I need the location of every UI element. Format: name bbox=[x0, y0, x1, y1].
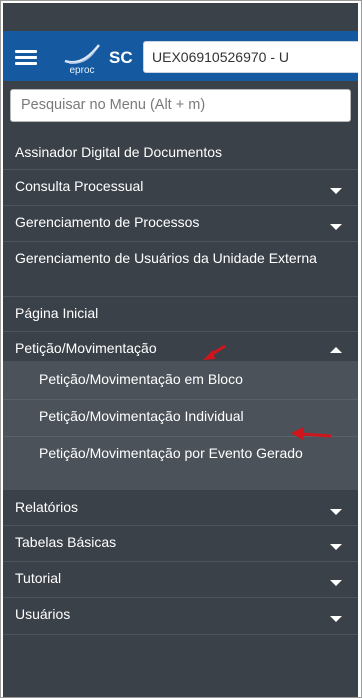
annotation-arrow-icon bbox=[203, 344, 226, 360]
menu-item-usuarios[interactable]: Usuários bbox=[3, 598, 358, 634]
eproc-logo: eproc bbox=[55, 37, 109, 77]
screenshot-frame: eproc SC UEX06910526970 - U Pesquisar no… bbox=[0, 0, 362, 698]
menu-item-relatorios[interactable]: Relatórios bbox=[3, 491, 358, 525]
annotation-arrow-icon bbox=[291, 427, 332, 440]
chevron-down-icon bbox=[330, 188, 342, 194]
hamburger-menu-icon[interactable] bbox=[15, 50, 37, 66]
menu-item-assinador[interactable]: Assinador Digital de Documentos bbox=[3, 136, 358, 169]
chevron-down-icon bbox=[330, 580, 342, 586]
submenu-item-label: Petição/Movimentação por Evento Gerado bbox=[39, 445, 303, 461]
menu-item-label: Petição/Movimentação bbox=[15, 340, 157, 356]
menu-item-tutorial[interactable]: Tutorial bbox=[3, 562, 358, 597]
chevron-down-icon bbox=[330, 544, 342, 550]
menu-item-peticao[interactable]: Petição/Movimentação bbox=[3, 332, 358, 361]
menu-item-label: Assinador Digital de Documentos bbox=[15, 144, 222, 160]
sidebar-menu: eproc SC UEX06910526970 - U Pesquisar no… bbox=[3, 3, 358, 697]
eproc-swoosh-icon bbox=[64, 44, 100, 64]
menu-item-label: Gerenciamento de Usuários da Unidade Ext… bbox=[15, 250, 317, 266]
chevron-down-icon bbox=[330, 509, 342, 515]
menu-item-label: Usuários bbox=[15, 606, 71, 622]
chevron-down-icon bbox=[330, 616, 342, 622]
menu-item-consulta[interactable]: Consulta Processual bbox=[3, 170, 358, 205]
logo-text: eproc bbox=[69, 65, 95, 76]
menu-item-label: Relatórios bbox=[15, 499, 79, 515]
menu-item-gerenciamento-processos[interactable]: Gerenciamento de Processos bbox=[3, 206, 358, 241]
menu-search-input[interactable]: Pesquisar no Menu (Alt + m) bbox=[10, 89, 351, 122]
menu-item-label: Consulta Processual bbox=[15, 178, 144, 194]
submenu-item-label: Petição/Movimentação Individual bbox=[39, 408, 244, 424]
menu-item-label: Tabelas Básicas bbox=[15, 534, 117, 550]
menu-item-label: Gerenciamento de Processos bbox=[15, 214, 200, 230]
menu-item-gerenciamento-usuarios[interactable]: Gerenciamento de Usuários da Unidade Ext… bbox=[3, 242, 358, 296]
divider bbox=[3, 634, 358, 635]
submenu-item-evento[interactable]: Petição/Movimentação por Evento Gerado bbox=[3, 437, 358, 489]
submenu-item-bloco[interactable]: Petição/Movimentação em Bloco bbox=[3, 363, 358, 399]
menu-item-label: Tutorial bbox=[15, 570, 62, 586]
menu-item-tabelas[interactable]: Tabelas Básicas bbox=[3, 526, 358, 561]
chevron-up-icon bbox=[330, 347, 342, 353]
app-header: eproc SC UEX06910526970 - U bbox=[3, 31, 358, 81]
menu-item-pagina-inicial[interactable]: Página Inicial bbox=[3, 297, 358, 331]
chevron-down-icon bbox=[330, 224, 342, 230]
submenu-item-label: Petição/Movimentação em Bloco bbox=[39, 371, 243, 387]
state-label: SC bbox=[109, 48, 133, 67]
user-select[interactable]: UEX06910526970 - U bbox=[143, 41, 358, 73]
menu-item-label: Página Inicial bbox=[15, 305, 99, 321]
